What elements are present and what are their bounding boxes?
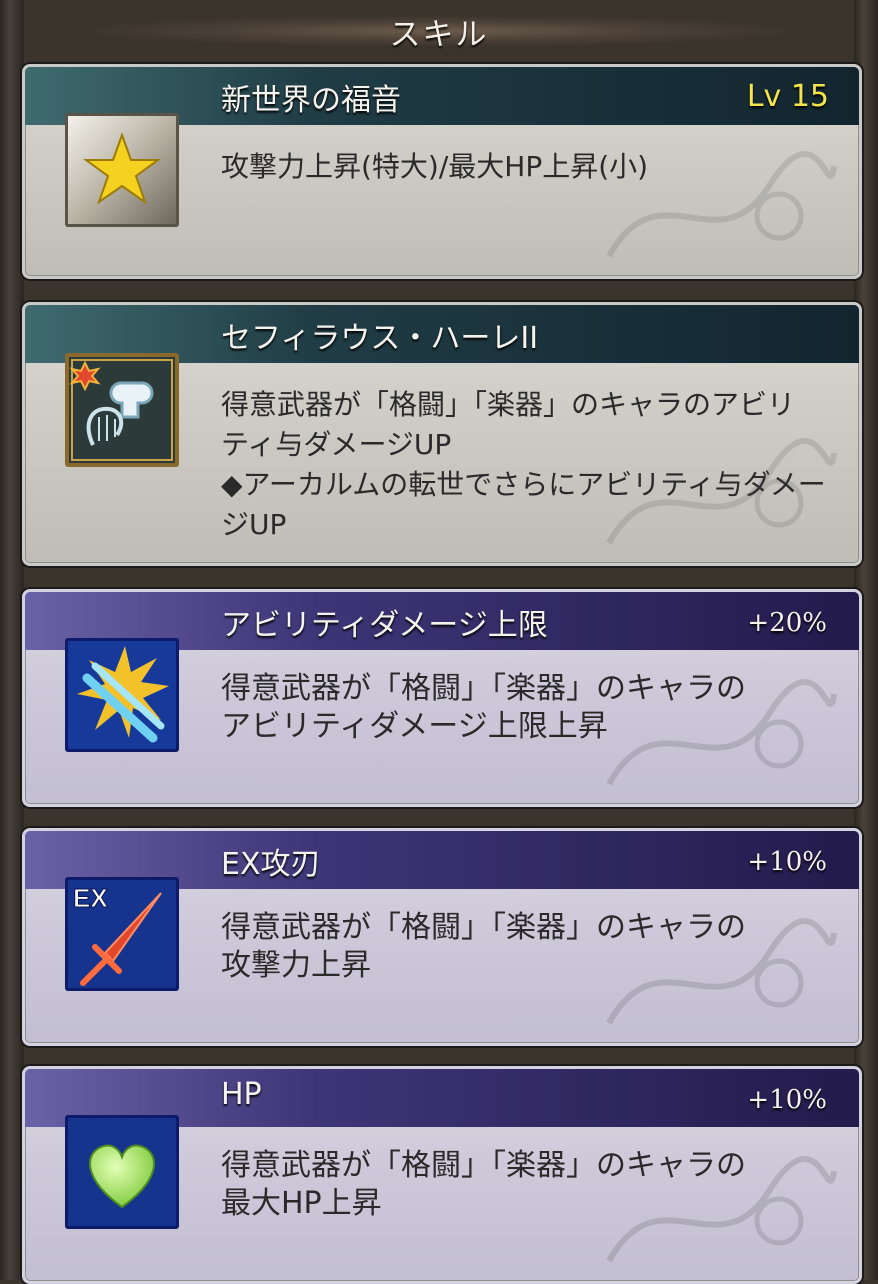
skill-bonus: +20% (747, 608, 827, 638)
ornament-decoration (606, 917, 837, 1025)
skill-name: セフィラウス・ハーレII (221, 321, 539, 356)
skill-bonus: +10% (747, 847, 827, 877)
skill-card-support-1[interactable]: 新世界の福音 Lv 15 攻撃力上昇(特大)/最大HP上昇(小) (22, 64, 862, 279)
gold-star-icon (65, 113, 179, 227)
svg-text:EX: EX (73, 883, 108, 913)
skill-card-hp[interactable]: HP +10% 得意武器が「格闘」「楽器」のキャラの 最大HP上昇 (22, 1066, 862, 1284)
green-heart-icon (65, 1115, 179, 1229)
skill-card-ex-attack[interactable]: EX EX攻刃 +10% 得意武器が「格闘」「楽器」のキャラの 攻撃力上昇 (22, 828, 862, 1046)
fist-harp-icon (65, 353, 179, 467)
ornament-decoration (606, 678, 837, 786)
ornament-decoration (606, 1155, 837, 1263)
skill-card-support-2[interactable]: セフィラウス・ハーレII 得意武器が「格闘」「楽器」のキャラのアビリ ティ与ダメ… (22, 302, 862, 566)
ornament-decoration (606, 437, 837, 545)
skill-bonus: +10% (747, 1085, 827, 1115)
ornament-decoration (606, 150, 837, 258)
skill-name: HP (221, 1077, 262, 1112)
skill-card-ability-cap[interactable]: アビリティダメージ上限 +20% 得意武器が「格闘」「楽器」のキャラの アビリテ… (22, 589, 862, 807)
skill-level: Lv 15 (746, 79, 829, 114)
ex-blade-icon: EX (65, 877, 179, 991)
skill-name: 新世界の福音 (221, 83, 401, 118)
skills-header: スキル (0, 0, 878, 62)
skill-name: アビリティダメージ上限 (221, 608, 548, 643)
page-title: スキル (389, 16, 489, 53)
skill-name: EX攻刃 (221, 847, 321, 882)
left-frame (0, 0, 24, 1280)
swords-burst-icon (65, 638, 179, 752)
